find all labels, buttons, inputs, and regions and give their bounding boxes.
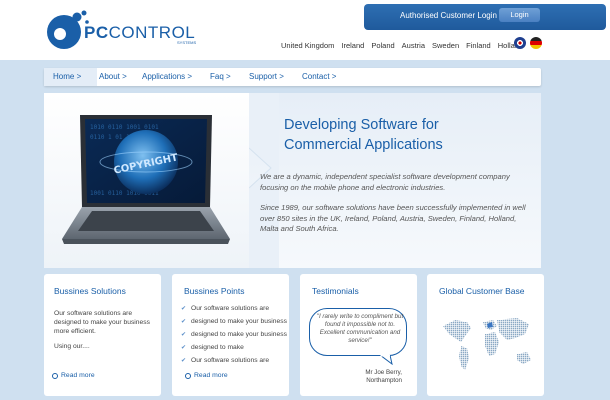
check-icon: ✔ <box>181 306 187 312</box>
bubble-tail-shape <box>380 355 393 365</box>
hero-intro-text: We are a dynamic, independent specialist… <box>260 172 510 192</box>
laptop-globe-icon: 1010 0110 1001 0101 0110 1 01 1100 0101 … <box>62 115 230 244</box>
main-nav: Home > About > Applications > Faq > Supp… <box>44 68 541 86</box>
german-flag-icon[interactable] <box>530 37 542 49</box>
check-icon: ✔ <box>181 332 187 338</box>
country-link-ireland[interactable]: Ireland <box>341 41 364 50</box>
solutions-more-text: Using our.... <box>54 343 90 350</box>
country-link-finland[interactable]: Finland <box>466 41 491 50</box>
nav-support[interactable]: Support > <box>249 68 284 86</box>
read-more-link[interactable]: Read more <box>61 372 95 379</box>
card-title-testimonials: Testimonials <box>312 286 359 296</box>
logo-subtitle: SYSTEMS <box>177 40 197 45</box>
read-more-icon[interactable] <box>52 373 58 379</box>
testimonial-quote: "I rarely write to compliment but found … <box>316 313 404 344</box>
nav-faq[interactable]: Faq > <box>210 68 231 86</box>
country-link-uk[interactable]: United Kingdom <box>281 41 334 50</box>
check-icon: ✔ <box>181 319 187 325</box>
read-more-link[interactable]: Read more <box>194 372 228 379</box>
nav-applications[interactable]: Applications > <box>142 68 192 86</box>
points-item: designed to make your business <box>191 331 287 338</box>
read-more-icon[interactable] <box>185 373 191 379</box>
points-item: Our software solutions are <box>191 305 270 312</box>
country-link-sweden[interactable]: Sweden <box>432 41 459 50</box>
login-button[interactable]: Login <box>499 8 540 22</box>
points-item: designed to make <box>191 344 244 351</box>
solutions-text: Our software solutions are designed to m… <box>54 310 150 335</box>
world-map-icon <box>443 318 531 370</box>
country-link-austria[interactable]: Austria <box>402 41 425 50</box>
points-item: designed to make your business <box>191 318 287 325</box>
nav-contact[interactable]: Contact > <box>302 68 336 86</box>
check-icon: ✔ <box>181 345 187 351</box>
check-icon: ✔ <box>181 358 187 364</box>
card-title-global: Global Customer Base <box>439 286 525 296</box>
login-label: Authorised Customer Login <box>400 11 497 20</box>
nav-home[interactable]: Home > <box>44 68 97 86</box>
country-link-poland[interactable]: Poland <box>371 41 394 50</box>
testimonial-author: Mr Joe Berry, Northampton <box>365 369 402 384</box>
hero-history-text: Since 1989, our software solutions have … <box>260 203 526 233</box>
card-title-points: Bussines Points <box>184 286 245 296</box>
svg-text:1010 0110 1001 0101: 1010 0110 1001 0101 <box>90 124 159 131</box>
card-title-solutions: Bussines Solutions <box>54 286 126 296</box>
uk-flag-icon[interactable] <box>514 37 526 49</box>
country-links: United Kingdom Ireland Poland Austria Sweden… <box>281 41 530 50</box>
nav-about[interactable]: About > <box>99 68 127 86</box>
hero-title: Developing Software for Commercial Appli… <box>284 117 443 153</box>
points-item: Our software solutions are <box>191 357 270 364</box>
